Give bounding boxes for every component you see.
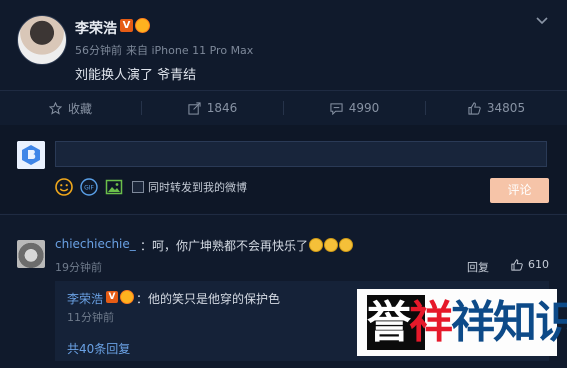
comment-time: 19分钟前 [55,261,102,274]
author-avatar[interactable] [17,15,67,65]
view-all-replies-link[interactable]: 共40条回复 [67,340,130,357]
like-button[interactable]: 34805 [426,91,567,125]
gif-icon[interactable]: GIF [80,178,98,196]
action-bar: 收藏 1846 4990 34805 [0,90,567,126]
comment-text: ：呵，你广坤熟都不会再快乐了 [140,237,354,254]
reply-author-name[interactable]: 李荣浩 [67,290,103,307]
comment-icon [330,102,343,115]
medal-icon [135,18,150,33]
compose-toolbar: GIF 同时转发到我的微博 [55,178,247,196]
user-avatar[interactable] [17,141,45,169]
emoji-icon [309,238,324,252]
verified-badge: V [120,19,133,32]
medal-icon [120,290,134,304]
emoji-icon [339,238,354,252]
post-content: 刘能换人演了 爷青结 [75,68,197,83]
favorite-label: 收藏 [67,101,92,116]
favorite-button[interactable]: 收藏 [0,91,141,125]
thumbs-up-icon [468,101,481,115]
comment-like-button[interactable]: 610 [511,258,549,271]
post-source: 来自 iPhone 11 Pro Max [126,44,254,57]
comment-count: 4990 [348,101,380,115]
post-time[interactable]: 56分钟前 [75,44,122,57]
comment-input[interactable] [55,141,547,167]
emoji-icon [324,238,339,252]
svg-text:GIF: GIF [84,185,94,192]
watermark-text: 誉祥祥知识 [367,297,567,348]
like-count: 34805 [486,101,526,115]
repost-count: 1846 [206,101,238,115]
post-meta: 56分钟前 来自 iPhone 11 Pro Max [75,42,257,58]
author-name[interactable]: 李荣浩 [75,18,117,38]
comment-button[interactable]: 4990 [284,91,425,125]
watermark-logo: 誉祥祥知识 [357,289,567,356]
share-icon [188,101,201,115]
commenter-name[interactable]: chiechiechie_ [55,237,136,251]
reply-text: ：他的笑只是他穿的保护色 [136,292,281,306]
comment-body: ：呵，你广坤熟都不会再快乐了 [140,239,309,253]
image-icon[interactable] [105,178,123,196]
star-icon [48,101,62,115]
submit-comment-button[interactable]: 评论 [490,178,549,203]
emoji-icon[interactable] [55,178,73,196]
verified-badge: V [106,291,118,303]
commenter-avatar[interactable] [17,240,45,268]
repost-label: 同时转发到我的微博 [148,181,247,194]
repost-checkbox[interactable] [132,181,144,193]
reply-time: 11分钟前 [67,311,114,324]
thumbs-up-icon [511,258,523,271]
chevron-down-icon[interactable] [534,12,550,28]
comment-compose [0,125,567,213]
reply-button[interactable]: 回复 [467,259,489,275]
repost-button[interactable]: 1846 [142,91,283,125]
comment-like-count: 610 [528,258,549,271]
